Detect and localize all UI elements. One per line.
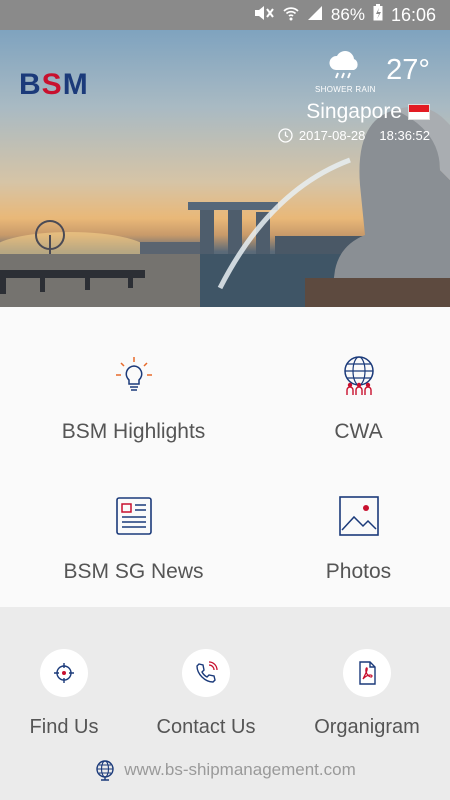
- photos-label: Photos: [325, 560, 392, 583]
- photos-tile[interactable]: Photos: [246, 447, 450, 587]
- newspaper-icon: [115, 497, 152, 535]
- status-icons: 86% 16:06: [253, 0, 436, 30]
- find-us-button[interactable]: Find Us: [0, 607, 139, 747]
- find-us-circle: [40, 649, 88, 697]
- website-link[interactable]: www.bs-shipmanagement.com: [0, 759, 450, 781]
- bsm-sg-news-label: BSM SG News: [63, 560, 204, 583]
- battery-percent: 86%: [330, 5, 365, 24]
- photo-icon: [338, 496, 379, 536]
- weather-widget: SHOWER RAIN 27°: [315, 50, 430, 94]
- organigram-circle: [343, 649, 391, 697]
- status-time: 16:06: [390, 4, 436, 25]
- organigram-button[interactable]: Organigram: [292, 607, 442, 747]
- globe-people-icon: [343, 356, 374, 395]
- website-url: www.bs-shipmanagement.com: [124, 760, 356, 779]
- bottom-actions: Find Us Contact Us Organigram www.bs-shi…: [0, 607, 450, 800]
- signal-icon: [307, 5, 323, 26]
- contact-us-circle: [182, 649, 230, 697]
- contact-us-button[interactable]: Contact Us: [131, 607, 281, 747]
- weather-condition: SHOWER RAIN: [315, 85, 376, 94]
- find-us-label: Find Us: [29, 716, 99, 738]
- bsm-logo: BSM: [19, 68, 89, 101]
- main-menu: BSM Highlights CWA BSM SG News Photos: [0, 307, 450, 607]
- hero-banner: BSM SHOWER RAIN 27° Singapore 2017-08-28…: [0, 30, 450, 307]
- time-value: 18:36:52: [379, 128, 430, 143]
- wifi-icon: [283, 5, 299, 26]
- contact-us-label: Contact Us: [156, 716, 256, 738]
- organigram-label: Organigram: [314, 716, 420, 738]
- clock-icon: [278, 128, 293, 143]
- bsm-sg-news-tile[interactable]: BSM SG News: [21, 447, 246, 587]
- shower-rain-icon: [329, 51, 358, 79]
- temperature: 27°: [386, 54, 430, 86]
- date-value: 2017-08-28: [298, 128, 366, 143]
- weather-icon-block: SHOWER RAIN: [315, 50, 376, 94]
- status-bar: 86% 16:06: [0, 0, 450, 30]
- singapore-flag-icon: [408, 104, 430, 120]
- datetime: 2017-08-28 18:36:52: [278, 128, 430, 143]
- location-target-icon: [54, 663, 74, 683]
- globe-icon: [96, 760, 114, 781]
- cwa-label: CWA: [334, 420, 383, 443]
- cwa-tile[interactable]: CWA: [246, 307, 450, 447]
- mute-icon: [253, 5, 275, 26]
- phone-icon: [196, 661, 218, 683]
- bsm-highlights-tile[interactable]: BSM Highlights: [21, 307, 246, 447]
- city-label: Singapore: [306, 100, 430, 124]
- bsm-highlights-label: BSM Highlights: [61, 420, 206, 443]
- lightbulb-icon: [115, 357, 152, 391]
- city-name: Singapore: [306, 100, 402, 123]
- battery-icon: [373, 4, 383, 26]
- pdf-icon: [359, 661, 376, 685]
